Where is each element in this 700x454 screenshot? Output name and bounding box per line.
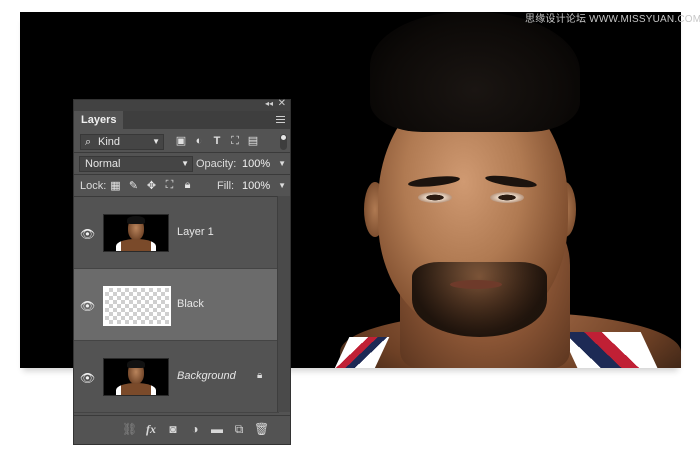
smart-object-filter-icon[interactable]: ▤ <box>246 135 260 148</box>
layer-thumbnail-transparent <box>103 286 171 326</box>
tab-layers[interactable]: Layers <box>74 111 124 129</box>
type-filter-icon[interactable]: T <box>210 135 224 148</box>
lock-transparent-pixels-icon[interactable]: ▦ <box>109 179 122 192</box>
visibility-eye-icon[interactable]: 👁︎ <box>80 299 95 313</box>
portrait-photo <box>330 12 681 368</box>
opacity-label: Opacity: <box>196 158 237 170</box>
visibility-eye-icon[interactable]: 👁︎ <box>80 227 95 241</box>
delete-icon[interactable]: 🗑︎ <box>254 422 269 437</box>
fill-label: Fill: <box>217 180 235 192</box>
watermark-text: 思缘设计论坛 WWW.MISSYUAN.COM <box>525 14 700 25</box>
blend-mode-value: Normal <box>85 158 121 170</box>
adjustment-filter-icon[interactable]: ◐ <box>192 135 206 148</box>
layer-thumbnail <box>103 358 169 396</box>
layer-row-selected[interactable]: 👁︎ Black <box>74 269 279 341</box>
chevron-down-icon: ▼ <box>181 159 189 168</box>
lock-image-pixels-icon[interactable]: ✎ <box>127 179 140 192</box>
layer-name[interactable]: Black <box>177 298 204 310</box>
pixel-filter-icon[interactable]: ▣ <box>174 135 188 148</box>
shape-filter-icon[interactable]: ⛶ <box>228 135 242 148</box>
lock-row: Lock: ▦ ✎ ✥ ⛶ 🔒︎ Fill: 100% ▼ <box>74 174 290 196</box>
filter-kind-select[interactable]: ⌕ Kind ▼ <box>80 134 164 150</box>
filter-kind-label: Kind <box>98 136 121 148</box>
search-icon: ⌕ <box>85 136 92 148</box>
panel-header: ◂◂ ✕ <box>74 98 290 111</box>
layers-panel: ◂◂ ✕ Layers ⌕ Kind ▼ ▣ ◐ T ⛶ ▤ Normal ▼ … <box>73 98 291 445</box>
fx-icon[interactable]: fx <box>144 422 158 437</box>
add-mask-icon[interactable]: ◙ <box>166 422 180 437</box>
lock-icon: 🔒︎ <box>257 370 263 381</box>
panel-tab-bar: Layers <box>74 111 290 129</box>
lock-artboard-icon[interactable]: ⛶ <box>163 179 176 192</box>
layers-bottom-bar: ⛓ fx ◙ ◑ ▬ ⧉ 🗑︎ <box>74 415 290 444</box>
filter-toggle[interactable] <box>280 134 287 150</box>
link-layers-icon[interactable]: ⛓ <box>122 422 137 437</box>
visibility-eye-icon[interactable]: 👁︎ <box>80 371 95 385</box>
lock-label: Lock: <box>80 180 107 192</box>
lock-all-icon[interactable]: 🔒︎ <box>181 179 194 192</box>
layer-row[interactable]: 👁︎ Background 🔒︎ <box>74 341 279 413</box>
layers-scrollbar[interactable] <box>277 196 290 412</box>
chevron-down-icon: ▼ <box>152 137 160 146</box>
close-panel-icon[interactable]: ✕ <box>278 98 286 109</box>
layer-name[interactable]: Layer 1 <box>177 226 214 238</box>
layer-row[interactable]: 👁︎ Layer 1 <box>74 197 279 269</box>
blend-mode-select[interactable]: Normal ▼ <box>79 156 193 172</box>
layer-thumbnail <box>103 214 169 252</box>
new-group-icon[interactable]: ▬ <box>210 422 224 437</box>
new-layer-icon[interactable]: ⧉ <box>232 422 246 437</box>
opacity-dropdown-icon[interactable]: ▼ <box>278 159 286 168</box>
panel-menu-icon[interactable] <box>276 114 285 125</box>
fill-dropdown-icon[interactable]: ▼ <box>278 181 286 190</box>
opacity-input[interactable]: 100% <box>242 158 270 170</box>
collapse-panel-icon[interactable]: ◂◂ <box>265 99 273 108</box>
layer-name[interactable]: Background <box>177 370 236 382</box>
lock-position-icon[interactable]: ✥ <box>145 179 158 192</box>
fill-input[interactable]: 100% <box>242 180 270 192</box>
blend-row: Normal ▼ Opacity: 100% ▼ <box>74 152 290 174</box>
new-adjustment-icon[interactable]: ◑ <box>188 422 202 437</box>
filter-row: ⌕ Kind ▼ ▣ ◐ T ⛶ ▤ <box>74 129 290 152</box>
